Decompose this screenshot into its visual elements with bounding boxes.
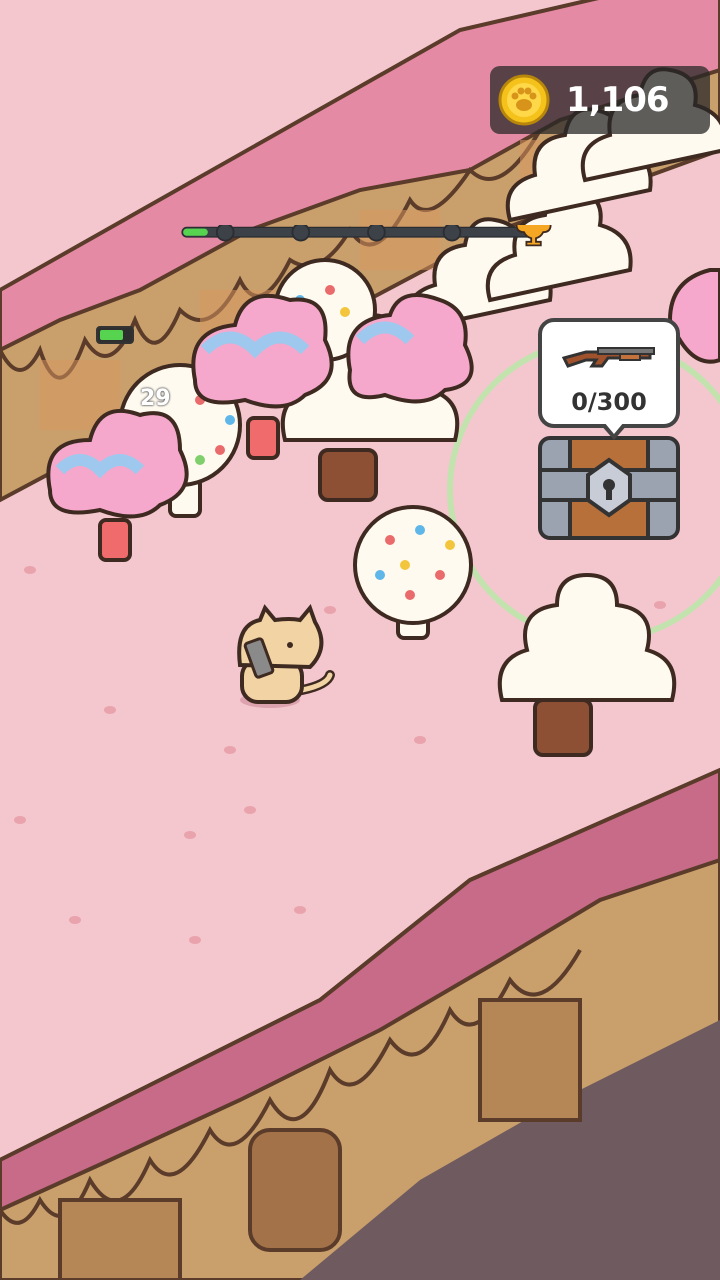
shotgun-icon (562, 347, 655, 368)
progress-checkpoint (291, 225, 311, 242)
chest-reward-bubble: 0/300 (538, 318, 680, 440)
paw-coin-icon (498, 74, 550, 126)
game-scene (0, 0, 720, 1280)
level-progress-fill (183, 228, 208, 236)
enemy-level-label: 29 (140, 386, 171, 411)
enemy-health-bar (96, 326, 134, 344)
chest-progress-text: 0/300 (571, 388, 647, 416)
coin-counter: 1,106 (490, 66, 710, 134)
coin-count: 1,106 (566, 80, 670, 120)
treasure-chest[interactable] (538, 436, 680, 540)
level-progress-bar (181, 225, 552, 247)
enemy-health-fill (100, 330, 123, 340)
progress-checkpoint (215, 225, 235, 242)
progress-checkpoint (442, 225, 462, 242)
progress-checkpoint (367, 225, 386, 242)
